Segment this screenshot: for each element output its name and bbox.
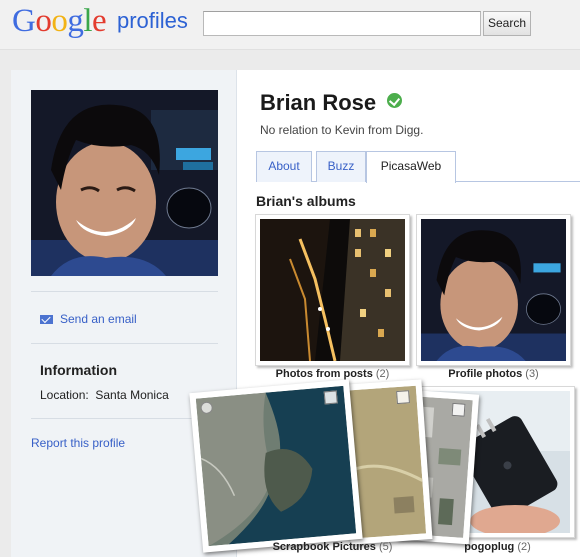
album-photos-from-posts[interactable] [255, 214, 410, 366]
album-caption[interactable]: pogoplug (2) [420, 541, 575, 553]
logo-letter: G [12, 3, 36, 39]
logo-letter: o [35, 3, 52, 39]
logo-letter: g [67, 3, 84, 39]
sidebar-divider [31, 418, 218, 419]
album-count: (2) [375, 368, 390, 380]
header-bar: Google profiles Search [0, 0, 580, 50]
album-cover-city-night [260, 219, 405, 362]
album-count: (5) [378, 541, 393, 553]
album-name: pogoplug [464, 541, 515, 553]
album-name: Profile photos [448, 368, 523, 380]
album-caption[interactable]: Profile photos (3) [416, 368, 571, 380]
location-row: Location: Santa Monica [40, 388, 169, 402]
album-count: (3) [525, 368, 539, 380]
album-caption[interactable]: Photos from posts (2) [255, 368, 410, 380]
scrapbook-map-coast [195, 385, 357, 547]
albums-heading: Brian's albums [256, 193, 356, 209]
profile-photo [31, 90, 218, 276]
google-logo[interactable]: Google [12, 3, 107, 40]
verified-check-icon [387, 93, 402, 108]
location-label: Location: [40, 388, 89, 402]
product-name: profiles [117, 8, 188, 33]
tab-picasaweb[interactable]: PicasaWeb [366, 151, 456, 183]
profile-tabs: About Buzz PicasaWeb [256, 151, 580, 183]
logo-letter: e [92, 3, 107, 39]
sidebar-divider [31, 291, 218, 292]
album-name: Photos from posts [275, 368, 373, 380]
album-caption[interactable]: Scrapbook Pictures (5) [255, 541, 410, 553]
report-profile-link[interactable]: Report this profile [31, 436, 125, 450]
map-type-icon[interactable] [396, 390, 410, 405]
album-count: (2) [517, 541, 531, 553]
search-button[interactable]: Search [483, 11, 531, 36]
location-value: Santa Monica [95, 388, 169, 402]
mail-icon [40, 315, 53, 324]
album-cover-portrait [421, 219, 566, 361]
search-input[interactable] [203, 11, 481, 36]
album-profile-photos[interactable] [416, 214, 571, 366]
tab-about[interactable]: About [256, 151, 312, 182]
profile-tagline: No relation to Kevin from Digg. [260, 123, 424, 137]
logo-letter: l [83, 3, 93, 39]
send-email-label: Send an email [60, 312, 137, 326]
profile-name: Brian Rose [260, 90, 377, 115]
map-type-icon[interactable] [451, 402, 466, 417]
logo-letter: o [51, 3, 68, 39]
scrapbook-card-main[interactable] [189, 379, 363, 553]
tab-buzz[interactable]: Buzz [316, 151, 366, 182]
map-type-icon[interactable] [323, 390, 338, 405]
information-heading: Information [40, 362, 117, 378]
sidebar-divider [31, 343, 218, 344]
album-name: Scrapbook Pictures [272, 541, 376, 553]
send-email-link[interactable]: Send an email [40, 312, 137, 326]
